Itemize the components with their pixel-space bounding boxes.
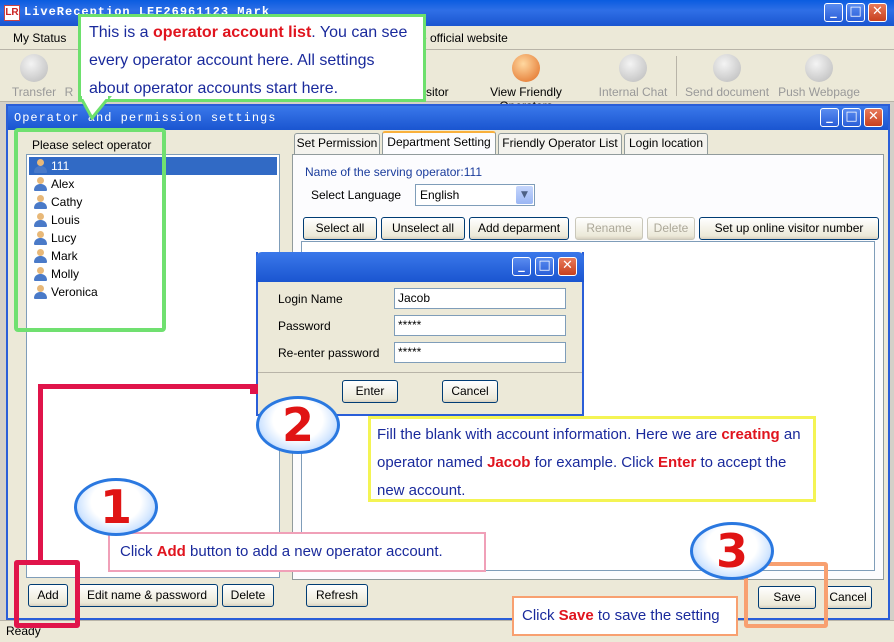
create-account-callout: Fill the blank with account information.…: [368, 416, 816, 502]
tab-login-location[interactable]: Login location: [624, 133, 708, 154]
select-language-label: Select Language: [311, 188, 402, 202]
tab-friendly-operator-list[interactable]: Friendly Operator List: [498, 133, 622, 154]
toolbar-send-document-button[interactable]: Send document: [682, 54, 772, 99]
callout-pointer: [80, 96, 112, 120]
step-badge-1: 1: [74, 478, 158, 536]
save-callout: Click Save to save the setting: [512, 596, 738, 636]
step-badge-2: 2: [256, 396, 340, 454]
popup-title-bar: _ □ ✕: [256, 252, 584, 282]
serving-operator-label: Name of the serving operator:111: [305, 165, 482, 179]
popup-cancel-button[interactable]: Cancel: [442, 380, 498, 403]
dialog-close-icon[interactable]: ✕: [864, 108, 883, 127]
dialog-title: Operator and permission settings: [14, 111, 277, 125]
popup-divider: [258, 372, 582, 373]
add-department-button[interactable]: Add deparment: [469, 217, 569, 240]
popup-close-icon[interactable]: ✕: [558, 257, 577, 276]
enter-button[interactable]: Enter: [342, 380, 398, 403]
close-icon[interactable]: ✕: [868, 3, 887, 22]
chat-icon: [619, 54, 647, 82]
tab-department-setting[interactable]: Department Setting: [382, 131, 496, 155]
menu-my-status[interactable]: My Status: [13, 31, 66, 45]
popup-maximize-icon[interactable]: □: [535, 257, 554, 276]
transfer-icon: [20, 54, 48, 82]
password-label: Password: [278, 319, 331, 333]
popup-minimize-icon[interactable]: _: [512, 257, 531, 276]
step-badge-3: 3: [690, 522, 774, 580]
select-all-button[interactable]: Select all: [303, 217, 377, 240]
toolbar-push-webpage-button[interactable]: Push Webpage: [776, 54, 862, 99]
unselect-all-button[interactable]: Unselect all: [381, 217, 465, 240]
connector-line: [250, 384, 258, 394]
new-operator-popup: _ □ ✕ Login Name Jacob Password ***** Re…: [256, 252, 584, 416]
app-logo-icon: LR: [4, 5, 20, 21]
operator-list-callout: This is a operator account list. You can…: [78, 14, 426, 102]
add-button-highlight: [14, 560, 80, 628]
password-field[interactable]: *****: [394, 315, 566, 336]
cancel-button[interactable]: Cancel: [824, 586, 872, 609]
toolbar-r-button[interactable]: R: [62, 54, 76, 99]
toolbar-transfer-button[interactable]: Transfer: [10, 54, 58, 99]
login-name-field[interactable]: Jacob: [394, 288, 566, 309]
add-button-callout: Click Add button to add a new operator a…: [108, 532, 486, 572]
globe-icon: [805, 54, 833, 82]
document-icon: [713, 54, 741, 82]
tab-set-permission[interactable]: Set Permission: [294, 133, 380, 154]
delete-operator-button[interactable]: Delete: [222, 584, 274, 607]
operators-icon: [512, 54, 540, 82]
rename-button[interactable]: Rename: [575, 217, 643, 240]
reenter-password-field[interactable]: *****: [394, 342, 566, 363]
connector-line: [38, 384, 258, 389]
delete-department-button[interactable]: Delete: [647, 217, 695, 240]
chevron-down-icon[interactable]: ▼: [516, 186, 533, 204]
language-select[interactable]: English ▼: [415, 184, 535, 206]
maximize-icon[interactable]: □: [846, 3, 865, 22]
dialog-minimize-icon[interactable]: _: [820, 108, 839, 127]
operator-list-highlight: [14, 128, 166, 332]
toolbar-separator: [676, 56, 677, 96]
reenter-password-label: Re-enter password: [278, 346, 380, 360]
dialog-maximize-icon[interactable]: □: [842, 108, 861, 127]
menu-official-website[interactable]: e official website: [420, 31, 508, 45]
dialog-title-bar: Operator and permission settings _ □ ✕: [8, 106, 888, 130]
toolbar-internal-chat-button[interactable]: Internal Chat: [596, 54, 670, 99]
online-visitor-number-button[interactable]: Set up online visitor number: [699, 217, 879, 240]
minimize-icon[interactable]: _: [824, 3, 843, 22]
connector-line: [38, 384, 43, 564]
refresh-button[interactable]: Refresh: [306, 584, 368, 607]
edit-name-password-button[interactable]: Edit name & password: [76, 584, 218, 607]
login-name-label: Login Name: [278, 292, 343, 306]
